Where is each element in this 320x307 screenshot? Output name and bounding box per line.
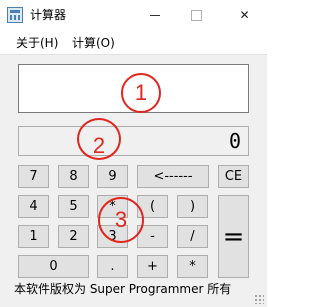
key-7[interactable]: 7	[18, 165, 49, 188]
close-icon: ✕	[239, 8, 250, 22]
key-plus[interactable]: +	[137, 255, 168, 278]
key-0[interactable]: 0	[18, 255, 89, 278]
calculator-icon	[7, 7, 23, 23]
key-5[interactable]: 5	[58, 195, 89, 218]
resize-grip-icon[interactable]	[254, 294, 264, 304]
key-decimal[interactable]: .	[97, 255, 128, 278]
menu-about[interactable]: 关于(H)	[16, 35, 58, 51]
key-1[interactable]: 1	[18, 225, 49, 248]
maximize-button[interactable]	[174, 0, 219, 30]
backspace-button[interactable]: <------	[137, 165, 209, 188]
annotation-marker-2: 2	[77, 118, 121, 160]
title-bar[interactable]: 计算器 ✕	[0, 0, 267, 30]
result-display: 0	[18, 126, 249, 156]
key-8[interactable]: 8	[58, 165, 89, 188]
annotation-number: 1	[134, 80, 148, 105]
menu-bar: 关于(H) 计算(O)	[0, 30, 267, 54]
equals-button[interactable]: =	[218, 195, 249, 278]
result-value: 0	[228, 129, 241, 153]
copyright-text: 本软件版权为 Super Programmer 所有	[14, 282, 232, 296]
close-button[interactable]: ✕	[222, 0, 267, 30]
key-close-paren[interactable]: )	[177, 195, 208, 218]
annotation-marker-3: 3	[98, 197, 144, 243]
annotation-marker-1: 1	[121, 73, 161, 113]
clear-entry-button[interactable]: CE	[218, 165, 249, 188]
key-multiply-alt[interactable]: *	[177, 255, 208, 278]
annotation-number: 3	[114, 207, 128, 232]
key-2[interactable]: 2	[58, 225, 89, 248]
window-title: 计算器	[30, 8, 67, 22]
key-9[interactable]: 9	[97, 165, 128, 188]
minimize-button[interactable]	[132, 0, 177, 30]
annotation-number: 2	[92, 133, 106, 158]
status-bar: 本软件版权为 Super Programmer 所有	[0, 280, 267, 307]
key-4[interactable]: 4	[18, 195, 49, 218]
key-divide[interactable]: /	[177, 225, 208, 248]
menu-calculate[interactable]: 计算(O)	[72, 35, 115, 51]
